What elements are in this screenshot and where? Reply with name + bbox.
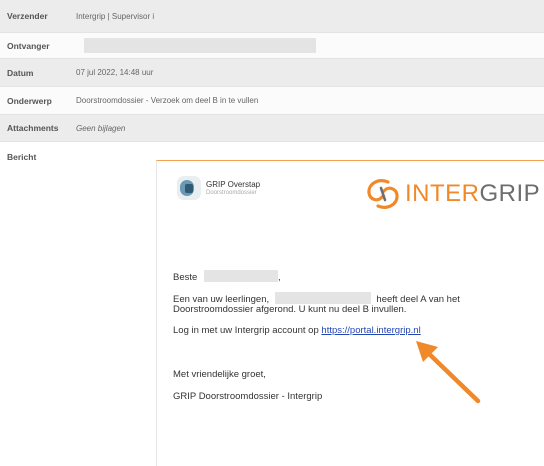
email-metadata-table: Verzender Intergrip | Supervisor i Ontva… <box>0 0 544 162</box>
attachments-value: Geen bijlagen <box>76 123 126 133</box>
grip-overstap-logo: GRIP Overstap Doorstroomdossier <box>177 176 260 200</box>
attachments-label: Attachments <box>7 123 59 133</box>
closing-line: Met vriendelijke groet, <box>173 369 266 380</box>
sender-row: Verzender Intergrip | Supervisor i <box>0 0 544 33</box>
grip-logo-subtitle: Doorstroomdossier <box>206 190 257 196</box>
subject-value: Doorstroomdossier - Verzoek om deel B in… <box>76 96 259 105</box>
message-label: Bericht <box>7 152 37 162</box>
subject-label: Onderwerp <box>7 95 52 106</box>
signature-line: GRIP Doorstroomdossier - Intergrip <box>173 391 323 402</box>
date-value: 07 jul 2022, 14:48 uur <box>76 68 154 77</box>
paragraph-line-2: Doorstroomdossier afgerond. U kunt nu de… <box>173 304 407 315</box>
greeting-line: Beste , <box>173 270 281 283</box>
intergrip-wordmark: INTERGRIP <box>405 180 541 207</box>
student-name-redacted <box>274 292 371 304</box>
grip-logo-title: GRIP Overstap <box>206 180 261 189</box>
portal-link[interactable]: https://portal.intergrip.nl <box>321 325 420 336</box>
message-row: Bericht <box>0 142 544 162</box>
recipient-row: Ontvanger <box>0 33 544 59</box>
date-row: Datum 07 jul 2022, 14:48 uur <box>0 59 544 87</box>
greeting-name-redacted <box>203 270 278 282</box>
login-line: Log in met uw Intergrip account op https… <box>173 325 421 336</box>
sender-value: Intergrip | Supervisor i <box>76 11 155 21</box>
intergrip-swirl-icon <box>367 179 399 209</box>
date-label: Datum <box>7 67 34 78</box>
attachments-row: Attachments Geen bijlagen <box>0 115 544 142</box>
grip-badge-icon <box>177 176 201 200</box>
subject-row: Onderwerp Doorstroomdossier - Verzoek om… <box>0 87 544 115</box>
intergrip-logo: INTERGRIP <box>364 176 540 212</box>
annotation-arrow-icon <box>416 341 481 404</box>
recipient-redacted <box>84 38 316 53</box>
sender-label: Verzender <box>7 11 48 21</box>
recipient-label: Ontvanger <box>7 40 50 51</box>
